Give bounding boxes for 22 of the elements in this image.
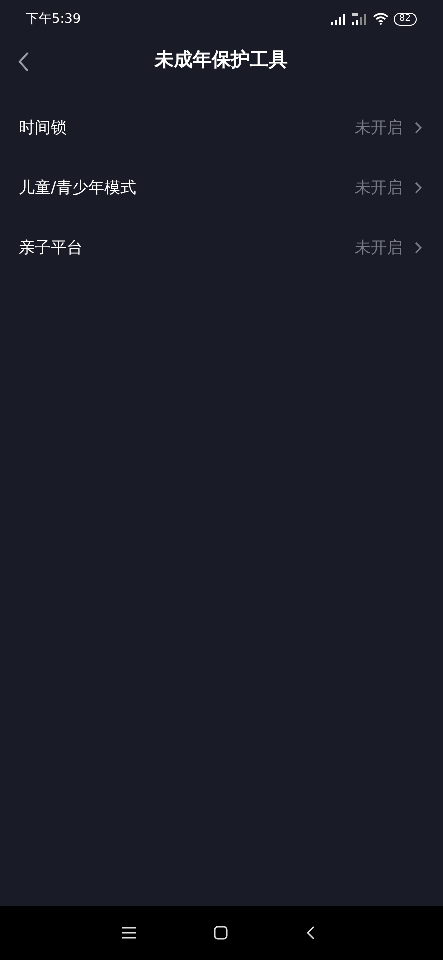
battery-indicator: 82 <box>394 12 417 26</box>
settings-row[interactable]: 儿童/青少年模式 未开启 <box>0 158 443 218</box>
back-icon <box>18 52 30 72</box>
chevron-icon <box>415 122 422 134</box>
chevron-icon <box>415 242 422 254</box>
row-label: 时间锁 <box>19 118 67 138</box>
row-status: 未开启 <box>355 238 403 258</box>
settings-row[interactable]: 亲子平台 未开启 <box>0 218 443 278</box>
menu-icon[interactable] <box>122 927 136 939</box>
settings-row[interactable]: 时间锁 未开启 <box>0 98 443 158</box>
wifi-icon <box>372 13 389 25</box>
home-icon[interactable] <box>214 926 228 940</box>
page-title: 未成年保护工具 <box>155 48 288 73</box>
row-status: 未开启 <box>355 118 403 138</box>
signal-icon <box>352 13 368 25</box>
row-label: 亲子平台 <box>19 238 83 258</box>
back-icon[interactable] <box>306 926 315 940</box>
row-status: 未开启 <box>355 178 403 198</box>
signal-icon <box>330 14 347 24</box>
chevron-icon <box>415 182 422 194</box>
row-label: 儿童/青少年模式 <box>19 178 136 198</box>
status-time: 下午5:39 <box>26 11 82 28</box>
